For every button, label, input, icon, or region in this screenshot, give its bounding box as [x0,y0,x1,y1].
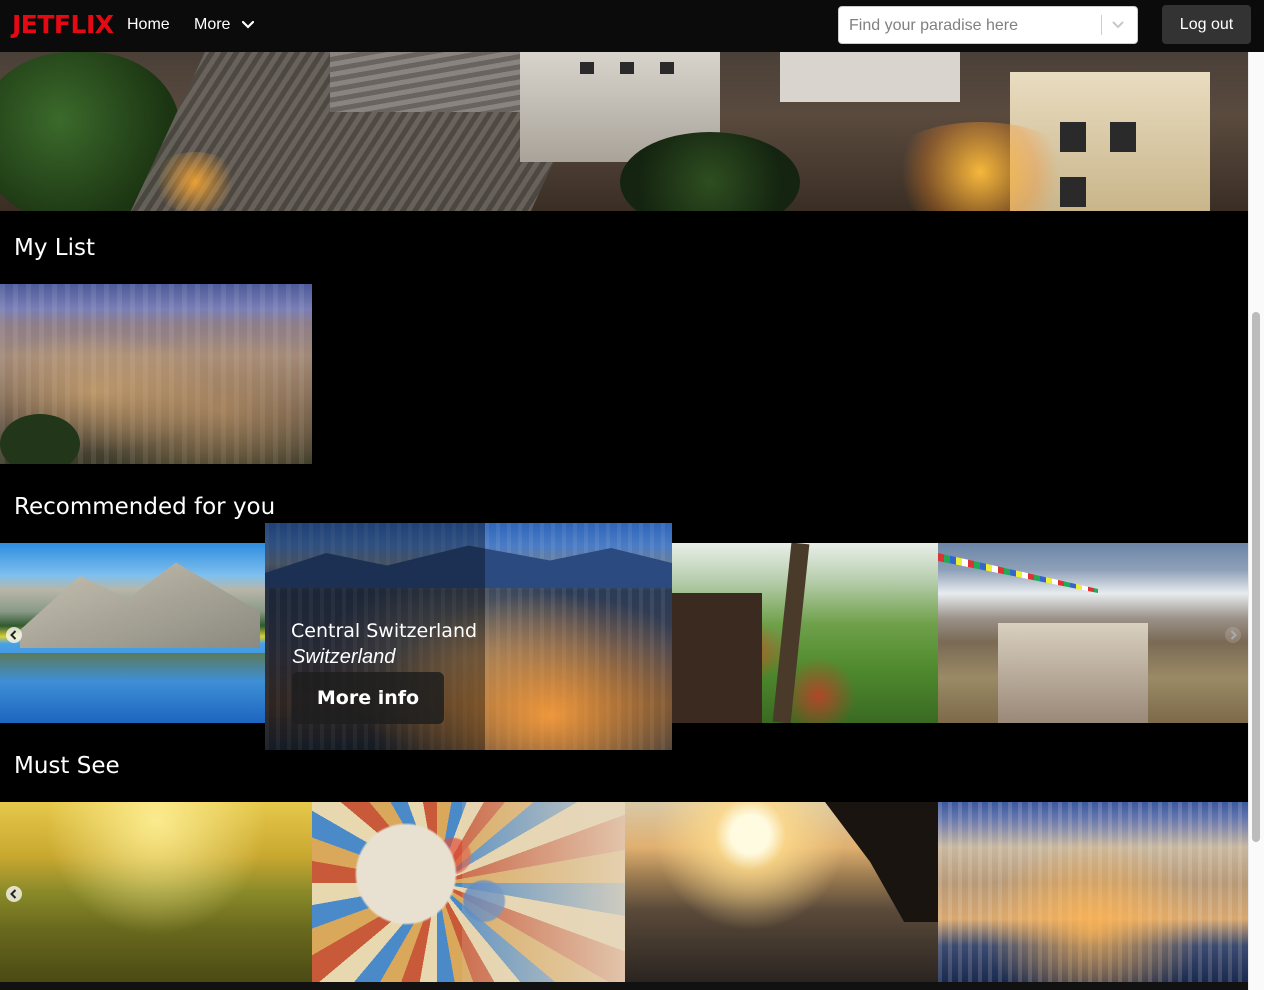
tile-harbor-town[interactable] [938,802,1248,982]
jetflix-logo[interactable]: JETFLIX [12,9,114,41]
dropdown-chevron-icon[interactable] [1111,19,1125,31]
carousel-prev-arrow-icon[interactable] [6,627,22,643]
hero-banner-image [0,52,1248,211]
tile-mosaic-park[interactable] [312,802,625,982]
logout-button[interactable]: Log out [1162,5,1251,44]
tile-central-switzerland-hover[interactable]: Central Switzerland Switzerland More inf… [265,523,672,750]
tile-tibet-monastery[interactable] [938,543,1248,723]
top-navbar: JETFLIX Home More Log out [0,0,1264,52]
page-bottom-edge [0,982,1248,990]
nav-home-link[interactable]: Home [127,15,170,35]
tile-seaside-promenade[interactable] [625,802,938,982]
search-input[interactable] [849,15,1099,37]
row-title-my-list: My List [14,235,95,261]
tile-city-night[interactable] [0,284,312,464]
row-title-recommended: Recommended for you [14,494,276,520]
row-title-must-see: Must See [14,753,120,779]
tile-forest[interactable] [672,543,938,723]
tile-tuscany-hills[interactable] [0,802,312,982]
hover-card-place: Central Switzerland [291,620,478,642]
search-select[interactable] [838,6,1138,44]
scrollbar-thumb[interactable] [1252,312,1260,842]
more-info-button[interactable]: More info [292,672,444,724]
carousel-prev-arrow-icon[interactable] [6,886,22,902]
chevron-down-icon[interactable] [242,19,254,31]
tile-mountain-lake[interactable] [0,543,265,723]
carousel-next-arrow-icon[interactable] [1225,627,1241,643]
hover-card-country: Switzerland [292,646,396,668]
nav-more-link[interactable]: More [194,15,230,35]
search-separator [1101,15,1102,35]
